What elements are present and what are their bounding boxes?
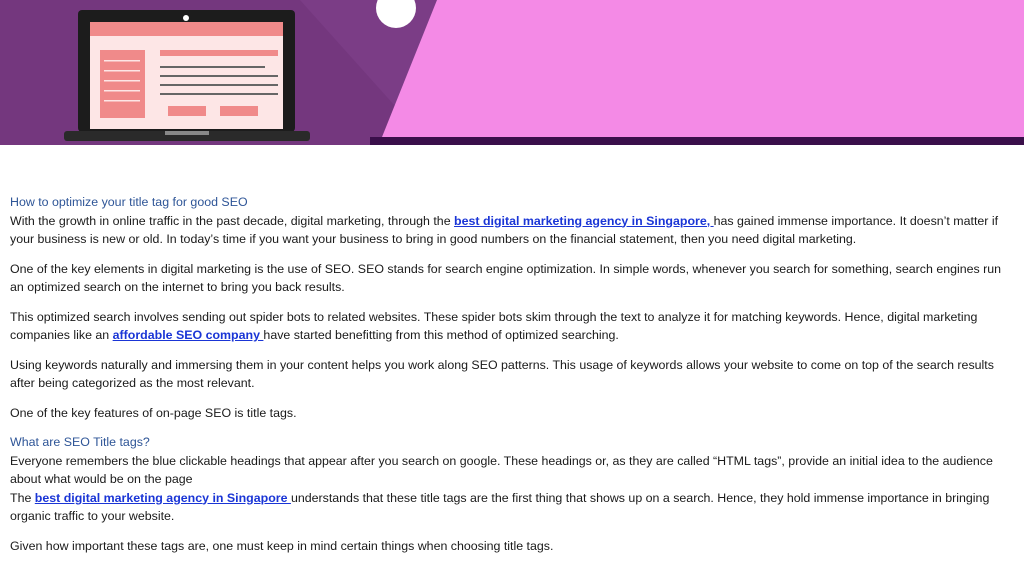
paragraph-title-tags-feature: One of the key features of on-page SEO i…	[10, 405, 297, 420]
paragraph-choosing-title-tags: Given how important these tags are, one …	[10, 538, 554, 553]
paragraph-seo-definition: One of the key elements in digital marke…	[10, 261, 1002, 295]
link-affordable-seo-company[interactable]: affordable SEO company	[113, 328, 264, 342]
section-heading-what-are-title-tags: What are SEO Title tags?	[10, 435, 150, 449]
article-content: How to optimize your title tag for good …	[10, 193, 1016, 566]
paragraph-intro: With the growth in online traffic in the…	[10, 212, 1016, 249]
paragraph-blue-headings: Everyone remembers the blue clickable he…	[10, 453, 993, 487]
link-best-digital-marketing-agency[interactable]: best digital marketing agency in Singapo…	[454, 214, 714, 228]
paragraph-spider-bots: This optimized search involves sending o…	[10, 308, 1016, 345]
laptop-illustration-icon	[0, 0, 1024, 145]
text: With the growth in online traffic in the…	[10, 213, 455, 228]
header-banner	[0, 0, 1024, 145]
text: The	[10, 490, 35, 505]
section-heading-optimize-title-tag: How to optimize your title tag for good …	[10, 195, 248, 209]
paragraph-keywords: Using keywords naturally and immersing t…	[10, 357, 994, 391]
paragraph-agency-understands: The best digital marketing agency in Sin…	[10, 489, 1016, 526]
text: have started benefitting from this metho…	[263, 328, 619, 342]
link-best-digital-marketing-agency-2[interactable]: best digital marketing agency in Singapo…	[35, 491, 291, 505]
